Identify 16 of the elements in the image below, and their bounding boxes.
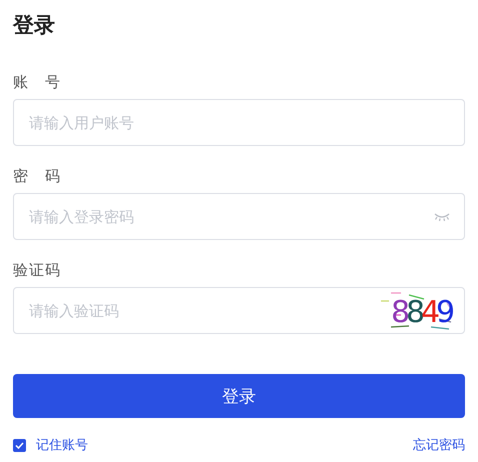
remember-checkbox[interactable] xyxy=(13,438,26,452)
input-field[interactable]: 请输入登录密码 xyxy=(13,193,465,240)
page-title: 登录 xyxy=(13,12,56,39)
checkbox-label[interactable]: 记住账号 xyxy=(36,436,88,454)
checkmark-icon xyxy=(15,442,24,448)
field-label: 账 号 xyxy=(13,72,62,92)
login-button[interactable]: 登录 xyxy=(13,374,465,418)
captcha-image[interactable]: 8849 xyxy=(379,288,457,332)
input-field[interactable]: 请输入验证码 8849 xyxy=(13,287,465,334)
text-input[interactable]: 请输入验证码 xyxy=(29,302,379,320)
input-field[interactable]: 请输入用户账号 xyxy=(13,99,465,146)
field-label: 验证码 xyxy=(13,260,62,280)
text-input[interactable]: 请输入登录密码 xyxy=(29,208,434,226)
field-label: 密 码 xyxy=(13,166,62,186)
text-input[interactable]: 请输入用户账号 xyxy=(29,114,450,132)
forgot-password-link[interactable]: 忘记密码 xyxy=(413,436,465,454)
